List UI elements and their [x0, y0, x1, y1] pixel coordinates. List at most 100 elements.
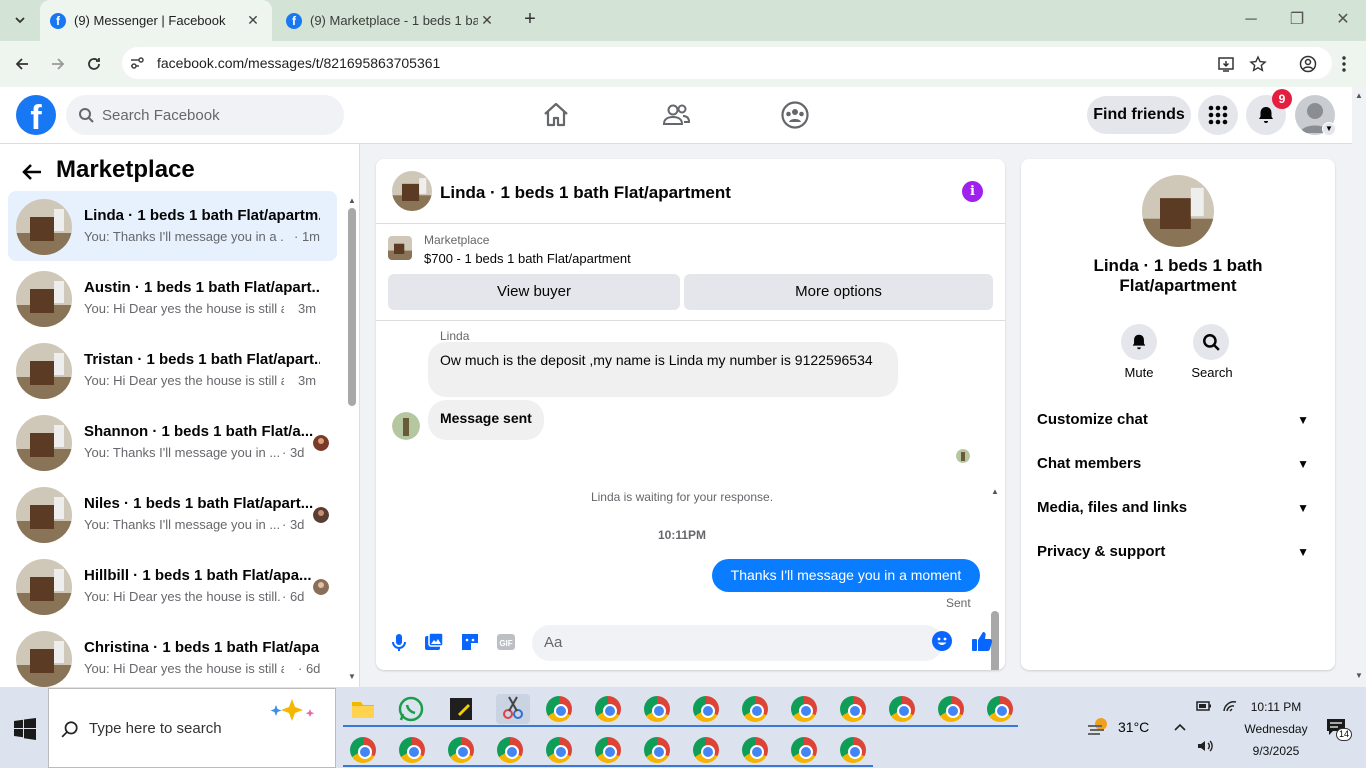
taskbar-search-input[interactable]: Type here to search: [48, 688, 336, 768]
chrome-profile-icon[interactable]: [791, 737, 817, 763]
chrome-profile-icon[interactable]: [693, 737, 719, 763]
site-info-icon[interactable]: [128, 54, 146, 77]
more-options-button[interactable]: More options: [684, 274, 993, 310]
conversation-item[interactable]: Linda · 1 beds 1 bath Flat/apartm... You…: [8, 191, 337, 261]
chat-members-row[interactable]: Chat members ▼: [1037, 442, 1319, 486]
find-friends-button[interactable]: Find friends: [1087, 96, 1191, 134]
chrome-profile-icon[interactable]: [791, 696, 817, 722]
tab-search-button[interactable]: [6, 6, 34, 34]
conversation-item[interactable]: Tristan · 1 beds 1 bath Flat/apart... Yo…: [8, 335, 337, 405]
install-app-button[interactable]: [1214, 52, 1238, 76]
chrome-profile-icon[interactable]: [546, 696, 572, 722]
chrome-profile-icon[interactable]: [595, 737, 621, 763]
chrome-profile-icon[interactable]: [840, 696, 866, 722]
friends-nav-button[interactable]: [661, 100, 691, 130]
restore-button[interactable]: ❐: [1287, 10, 1307, 30]
profile-button[interactable]: [1296, 52, 1320, 76]
clock[interactable]: 10:11 PM Wednesday 9/3/2025: [1240, 696, 1312, 762]
sticker-icon[interactable]: [459, 631, 481, 653]
customize-chat-row[interactable]: Customize chat ▼: [1037, 398, 1319, 442]
chrome-profile-icon[interactable]: [399, 737, 425, 763]
thumbs-up-icon[interactable]: [971, 630, 993, 652]
conversation-item[interactable]: Austin · 1 beds 1 bath Flat/apart... You…: [8, 263, 337, 333]
close-window-button[interactable]: ✕: [1333, 10, 1353, 30]
gif-icon[interactable]: GIF: [495, 631, 517, 653]
conversation-item[interactable]: Christina · 1 beds 1 bath Flat/apa... Yo…: [8, 623, 337, 687]
windows-start-icon[interactable]: [14, 718, 36, 740]
chrome-profile-icon[interactable]: [644, 696, 670, 722]
file-explorer-icon[interactable]: [350, 696, 376, 722]
conversation-list-scrollbar[interactable]: ▲ ▼: [347, 196, 357, 681]
chevron-down-icon[interactable]: ▼: [1322, 122, 1336, 136]
sticky-notes-icon[interactable]: [448, 696, 474, 722]
chrome-profile-icon[interactable]: [644, 737, 670, 763]
chevron-down-icon: ▼: [1297, 457, 1309, 471]
menu-button[interactable]: [1332, 52, 1356, 76]
chrome-profile-icon[interactable]: [889, 696, 915, 722]
reload-button[interactable]: [82, 52, 106, 76]
mute-button[interactable]: [1121, 324, 1157, 360]
back-button[interactable]: [10, 52, 34, 76]
chrome-profile-icon[interactable]: [987, 696, 1013, 722]
microphone-icon[interactable]: [388, 631, 410, 653]
chrome-profile-icon[interactable]: [840, 737, 866, 763]
emoji-icon[interactable]: [932, 631, 952, 651]
media-files-links-row[interactable]: Media, files and links ▼: [1037, 486, 1319, 530]
battery-icon[interactable]: [1196, 699, 1212, 713]
tab-marketplace[interactable]: f (9) Marketplace - 1 beds 1 bath ✕: [276, 0, 506, 41]
chrome-profile-icon[interactable]: [350, 737, 376, 763]
close-tab-icon[interactable]: ✕: [244, 12, 262, 29]
message-input[interactable]: Aa: [532, 625, 943, 661]
forward-button[interactable]: [46, 52, 70, 76]
notification-badge: 9: [1272, 89, 1292, 109]
photo-icon[interactable]: [423, 631, 445, 653]
minimize-button[interactable]: ─: [1241, 10, 1261, 30]
groups-nav-button[interactable]: [780, 100, 810, 130]
user-avatar: [313, 579, 329, 595]
conversation-item[interactable]: Niles · 1 beds 1 bath Flat/apart... You:…: [8, 479, 337, 549]
home-nav-button[interactable]: [541, 100, 571, 130]
sender-avatar[interactable]: [392, 412, 420, 440]
chat-avatar[interactable]: [392, 171, 432, 211]
chrome-profile-icon[interactable]: [546, 737, 572, 763]
conversation-item[interactable]: Hillbill · 1 beds 1 bath Flat/apa... You…: [8, 551, 337, 621]
search-in-chat-button[interactable]: [1193, 324, 1229, 360]
whatsapp-icon[interactable]: [398, 696, 424, 722]
groups-icon: [781, 101, 809, 129]
listing-thumbnail[interactable]: [388, 236, 412, 260]
conversation-item[interactable]: Shannon · 1 beds 1 bath Flat/a... You: T…: [8, 407, 337, 477]
marketplace-label: Marketplace: [424, 233, 490, 247]
wifi-icon[interactable]: [1222, 699, 1238, 713]
snipping-tool-icon[interactable]: [496, 694, 530, 724]
url-text[interactable]: facebook.com/messages/t/821695863705361: [157, 55, 440, 71]
chrome-profile-icon[interactable]: [448, 737, 474, 763]
privacy-support-row[interactable]: Privacy & support ▼: [1037, 530, 1319, 574]
listing-price-title[interactable]: $700 - 1 beds 1 bath Flat/apartment: [424, 251, 631, 266]
chat-title[interactable]: Linda · 1 beds 1 bath Flat/apartment: [440, 183, 731, 203]
close-tab-icon[interactable]: ✕: [478, 12, 496, 29]
message-composer: GIF Aa: [376, 621, 1005, 670]
chrome-profile-icon[interactable]: [938, 696, 964, 722]
notification-center-button[interactable]: 14: [1326, 718, 1353, 741]
chrome-profile-icon[interactable]: [742, 696, 768, 722]
view-buyer-button[interactable]: View buyer: [388, 274, 680, 310]
chrome-profile-icon[interactable]: [497, 737, 523, 763]
chrome-profile-icon[interactable]: [693, 696, 719, 722]
page-scrollbar[interactable]: ▲ ▼: [1352, 87, 1366, 687]
incoming-message[interactable]: Message sent: [428, 400, 544, 440]
outgoing-message[interactable]: Thanks I'll message you in a moment: [712, 559, 980, 592]
tab-messenger[interactable]: f (9) Messenger | Facebook ✕: [40, 0, 272, 41]
menu-grid-button[interactable]: [1198, 95, 1238, 135]
incoming-message[interactable]: Ow much is the deposit ,my name is Linda…: [428, 342, 898, 397]
bookmark-button[interactable]: [1246, 52, 1270, 76]
facebook-search-input[interactable]: Search Facebook: [66, 95, 344, 135]
facebook-logo-icon[interactable]: f: [16, 95, 56, 135]
volume-icon[interactable]: [1196, 738, 1214, 754]
chevron-up-icon[interactable]: [1172, 719, 1188, 735]
new-tab-button[interactable]: +: [518, 8, 542, 32]
chrome-profile-icon[interactable]: [595, 696, 621, 722]
info-icon[interactable]: i: [962, 181, 983, 202]
back-button[interactable]: [20, 160, 44, 184]
listing-avatar[interactable]: [1142, 175, 1214, 247]
chrome-profile-icon[interactable]: [742, 737, 768, 763]
